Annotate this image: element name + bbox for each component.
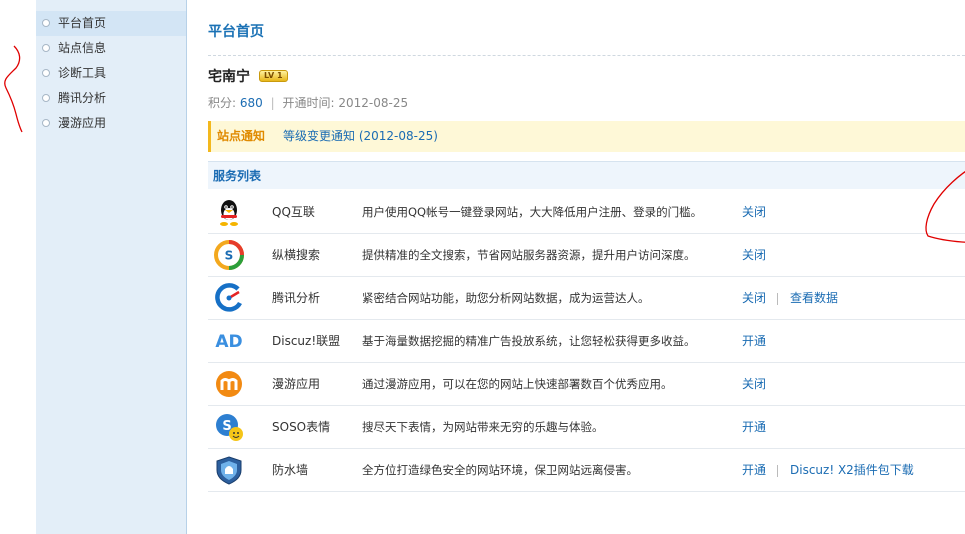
soso-emoticon-icon: S xyxy=(216,414,243,441)
bullet-icon xyxy=(42,44,50,52)
sidebar-item-label: 站点信息 xyxy=(58,41,107,55)
service-name: QQ互联 xyxy=(272,205,315,219)
level-badge: LV 1 xyxy=(259,70,288,82)
notice-label: 站点通知 xyxy=(217,129,266,143)
service-description: 全方位打造绿色安全的网站环境，保卫网站远离侵害。 xyxy=(362,463,638,477)
svg-text:S: S xyxy=(225,249,234,263)
title-divider xyxy=(208,55,965,56)
site-name: 宅南宁 xyxy=(208,69,250,85)
notice-link[interactable]: 等级变更通知 (2012-08-25) xyxy=(283,121,438,152)
sidebar-item-label: 漫游应用 xyxy=(58,116,107,130)
page-title: 平台首页 xyxy=(208,24,264,40)
service-description: 通过漫游应用，可以在您的网站上快速部署数百个优秀应用。 xyxy=(362,377,673,391)
sidebar-list: 平台首页 站点信息 诊断工具 腾讯分析 漫游应用 xyxy=(36,0,186,136)
bullet-icon xyxy=(42,94,50,102)
service-toggle-link[interactable]: 开通 xyxy=(742,406,766,449)
plugin-download-link[interactable]: Discuz! X2插件包下载 xyxy=(790,449,914,492)
service-toggle-link[interactable]: 关闭 xyxy=(742,191,766,234)
left-gutter xyxy=(0,0,36,534)
service-name: SOSO表情 xyxy=(272,420,331,434)
bullet-icon xyxy=(42,69,50,77)
svg-text:AD: AD xyxy=(215,332,242,352)
points-value: 680 xyxy=(239,96,263,110)
service-row-soso-emoticon: S SOSO表情 搜尽天下表情，为网站带来无穷的乐趣与体验。 开通 xyxy=(208,406,965,449)
open-time-label: 开通时间: xyxy=(282,96,335,110)
service-row-search: S 纵横搜索 提供精准的全文搜索，节省网站服务器资源，提升用户访问深度。 关闭 xyxy=(208,234,965,277)
service-description: 提供精准的全文搜索，节省网站服务器资源，提升用户访问深度。 xyxy=(362,248,696,262)
service-description: 用户使用QQ帐号一键登录网站，大大降低用户注册、登录的门槛。 xyxy=(362,205,703,219)
sidebar-item-tencent-analytics[interactable]: 腾讯分析 xyxy=(36,86,186,111)
open-time-value: 2012-08-25 xyxy=(338,96,409,110)
sidebar-item-home[interactable]: 平台首页 xyxy=(36,11,186,36)
service-row-discuz-union: AD Discuz!联盟 基于海量数据挖掘的精准广告投放系统，让您轻松获得更多收… xyxy=(208,320,965,363)
ad-icon: AD xyxy=(215,332,242,352)
bullet-icon xyxy=(42,119,50,127)
service-name: 腾讯分析 xyxy=(272,291,321,305)
services-list: QQ互联 用户使用QQ帐号一键登录网站，大大降低用户注册、登录的门槛。 关闭 S… xyxy=(208,191,965,492)
service-name: 纵横搜索 xyxy=(272,248,321,262)
tencent-analytics-icon xyxy=(215,283,242,312)
points-label: 积分: xyxy=(208,96,237,110)
site-meta: 积分: 680 | 开通时间: 2012-08-25 xyxy=(208,94,408,111)
sidebar-item-label: 腾讯分析 xyxy=(58,91,107,105)
service-row-manyou: 漫游应用 通过漫游应用，可以在您的网站上快速部署数百个优秀应用。 关闭 xyxy=(208,363,965,406)
service-row-tencent-analytics: 腾讯分析 紧密结合网站功能，助您分析网站数据，成为运营达人。 关闭 查看数据 xyxy=(208,277,965,320)
main-content: 平台首页 宅南宁 LV 1 积分: 680 | 开通时间: 2012-08-25… xyxy=(196,0,965,534)
service-name: 防水墙 xyxy=(272,463,309,477)
sidebar-item-label: 诊断工具 xyxy=(58,66,107,80)
service-toggle-link[interactable]: 关闭 xyxy=(742,277,766,320)
sidebar-item-label: 平台首页 xyxy=(58,16,107,30)
service-description: 紧密结合网站功能，助您分析网站数据，成为运营达人。 xyxy=(362,291,650,305)
service-row-qq-connect: QQ互联 用户使用QQ帐号一键登录网站，大大降低用户注册、登录的门槛。 关闭 xyxy=(208,191,965,234)
manyou-icon xyxy=(216,371,242,397)
bullet-icon xyxy=(42,19,50,27)
view-data-link[interactable]: 查看数据 xyxy=(790,277,838,320)
service-description: 搜尽天下表情，为网站带来无穷的乐趣与体验。 xyxy=(362,420,604,434)
service-name: Discuz!联盟 xyxy=(272,334,341,348)
service-toggle-link[interactable]: 开通 xyxy=(742,449,766,492)
soso-search-icon: S xyxy=(214,240,244,270)
service-toggle-link[interactable]: 关闭 xyxy=(742,234,766,277)
action-divider xyxy=(777,293,778,305)
action-divider xyxy=(777,465,778,477)
sidebar-item-manyou-apps[interactable]: 漫游应用 xyxy=(36,111,186,136)
sidebar-item-diagnostics[interactable]: 诊断工具 xyxy=(36,61,186,86)
meta-separator: | xyxy=(270,96,275,110)
firewall-shield-icon xyxy=(216,456,242,485)
qq-penguin-icon xyxy=(220,200,238,226)
sidebar-item-site-info[interactable]: 站点信息 xyxy=(36,36,186,61)
service-toggle-link[interactable]: 关闭 xyxy=(742,363,766,406)
site-notice-bar: 站点通知 等级变更通知 (2012-08-25) xyxy=(208,121,965,152)
service-description: 基于海量数据挖掘的精准广告投放系统，让您轻松获得更多收益。 xyxy=(362,334,696,348)
handwritten-bracket-annotation xyxy=(4,45,23,133)
service-toggle-link[interactable]: 开通 xyxy=(742,320,766,363)
service-row-firewall: 防水墙 全方位打造绿色安全的网站环境，保卫网站远离侵害。 开通 Discuz! … xyxy=(208,449,965,492)
services-header: 服务列表 xyxy=(208,161,965,189)
page: 平台首页 站点信息 诊断工具 腾讯分析 漫游应用 平台首页 宅南宁 LV 1 积… xyxy=(0,0,965,534)
sidebar: 平台首页 站点信息 诊断工具 腾讯分析 漫游应用 xyxy=(36,0,187,534)
service-name: 漫游应用 xyxy=(272,377,321,391)
